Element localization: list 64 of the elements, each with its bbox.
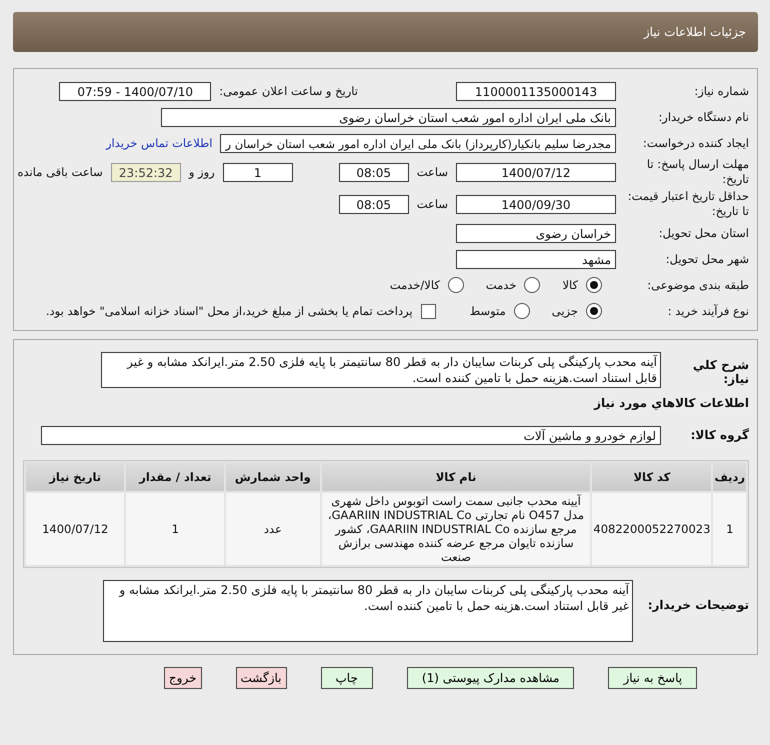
notes-field: آینه محدب پارکینگی پلی کربنات سایبان دار به قطر 80 سانتیمتر با پایه فلزی 2.50 متر.ایرانکد مشابه و غیر قابل استناد است.هزینه حمل با تامین کننده است. [103, 580, 633, 642]
group-field: لوازم خودرو و ماشین آلات [41, 426, 661, 444]
field-label: توضیحات خریدار: [646, 597, 749, 612]
radio-button[interactable] [514, 303, 530, 319]
action-button[interactable]: پاسخ به نیاز [608, 667, 698, 689]
field-label: شهر محل تحویل: [664, 252, 749, 266]
date-field: 1400/07/12 [456, 162, 616, 182]
table-cell: 1400/07/12 [26, 493, 124, 565]
table-cell: 1 [713, 493, 746, 565]
announce-date-field: 1400/07/10 - 07:59 [59, 82, 212, 100]
table-cell: آیینه محدب جانبی سمت راست اتوبوس داخل شهری مدل O457 نام تجارتی GAARIIN INDUSTRIAL Co، مرجع سازنده GAARIIN INDUSTRIAL Co، کشور سازنده تایوان مرجع عرضه کننده مهندسی برازش صنعت [322, 493, 590, 565]
time-field: 08:05 [338, 194, 409, 214]
action-button[interactable]: چاپ [320, 667, 373, 689]
field-label: روز و [188, 165, 215, 179]
field-label: گروه کالا: [690, 428, 749, 442]
field-label: ساعت باقی مانده [18, 165, 103, 179]
column-header: واحد شمارش [226, 463, 320, 491]
date-field: 1400/09/30 [456, 194, 616, 214]
field-label: طبقه بندی موضوعی: [646, 278, 749, 292]
field-label: نام دستگاه خریدار: [657, 110, 749, 124]
field-label: شماره نیاز: [693, 84, 749, 98]
action-button[interactable]: مشاهده مدارک پیوستی (1) [406, 667, 574, 689]
option-label: جزیی [552, 304, 578, 318]
option-label: پرداخت تمام یا بخشی از مبلغ خرید،از محل "اسناد خزانه اسلامی" خواهد بود. [46, 304, 413, 318]
days-field: 1 [222, 162, 293, 182]
time-field: 08:05 [338, 162, 409, 182]
field-label: تاریخ و ساعت اعلان عمومی: [219, 84, 358, 98]
field-label: مهلت ارسال پاسخ: تا تاریخ: [646, 157, 749, 187]
field-label: ساعت [416, 165, 448, 179]
option-label: کالا [562, 278, 578, 292]
column-header: کد کالا [592, 463, 712, 491]
radio-button[interactable] [524, 277, 540, 293]
buyer-org-field: بانک ملی ایران اداره امور شعب استان خراسان رضوی [161, 108, 616, 126]
column-header: تاریخ نیاز [26, 463, 124, 491]
option-label: کالا/خدمت [390, 278, 440, 292]
column-header: ردیف [713, 463, 746, 491]
description-field: آینه محدب پارکینگی پلی کربنات سایبان دار به قطر 80 سانتیمتر با پایه فلزی 2.50 متر.ایرانکد مشابه و غیر قابل استناد است.هزینه حمل با تامین کننده است. [101, 352, 661, 388]
field-label: حداقل تاریخ اعتبار قیمت: تا تاریخ: [626, 189, 749, 219]
checkbox[interactable] [420, 304, 436, 318]
field-label: شرح کلي نياز: [692, 357, 749, 386]
page-title: جزئیات اطلاعات نیاز [644, 25, 746, 39]
table-cell: 1 [126, 493, 224, 565]
field-label: نوع فرآیند خرید : [666, 304, 749, 318]
province-field: خراسان رضوی [456, 224, 616, 242]
requester-field: مجدرضا سلیم بانکیار(کارپرداز) بانک ملی ایران اداره امور شعب استان خراسان ر [220, 134, 616, 152]
radio-button[interactable] [586, 277, 602, 293]
section-title: اطلاعات کالاهاي مورد نياز [594, 395, 749, 412]
option-label: متوسط [470, 304, 506, 318]
radio-button[interactable] [448, 277, 464, 293]
action-button[interactable]: بازگشت [236, 667, 286, 689]
table-cell: عدد [226, 493, 320, 565]
column-header: تعداد / مقدار [126, 463, 224, 491]
remaining-time-field: 23:52:32 [110, 162, 181, 182]
field-label: ساعت [416, 197, 448, 211]
buyer-contact-link[interactable]: اطلاعات تماس خریدار [106, 136, 212, 150]
city-field: مشهد [456, 250, 616, 268]
option-label: خدمت [486, 278, 516, 292]
column-header: نام کالا [322, 463, 590, 491]
action-button[interactable]: خروج [164, 667, 202, 689]
field-label: ایجاد کننده درخواست: [642, 136, 749, 150]
need-number-field: 1100001135000143 [456, 82, 616, 100]
field-label: استان محل تحویل: [658, 226, 749, 240]
table-cell: 4082200052270023 [592, 493, 712, 565]
radio-button[interactable] [586, 303, 602, 319]
